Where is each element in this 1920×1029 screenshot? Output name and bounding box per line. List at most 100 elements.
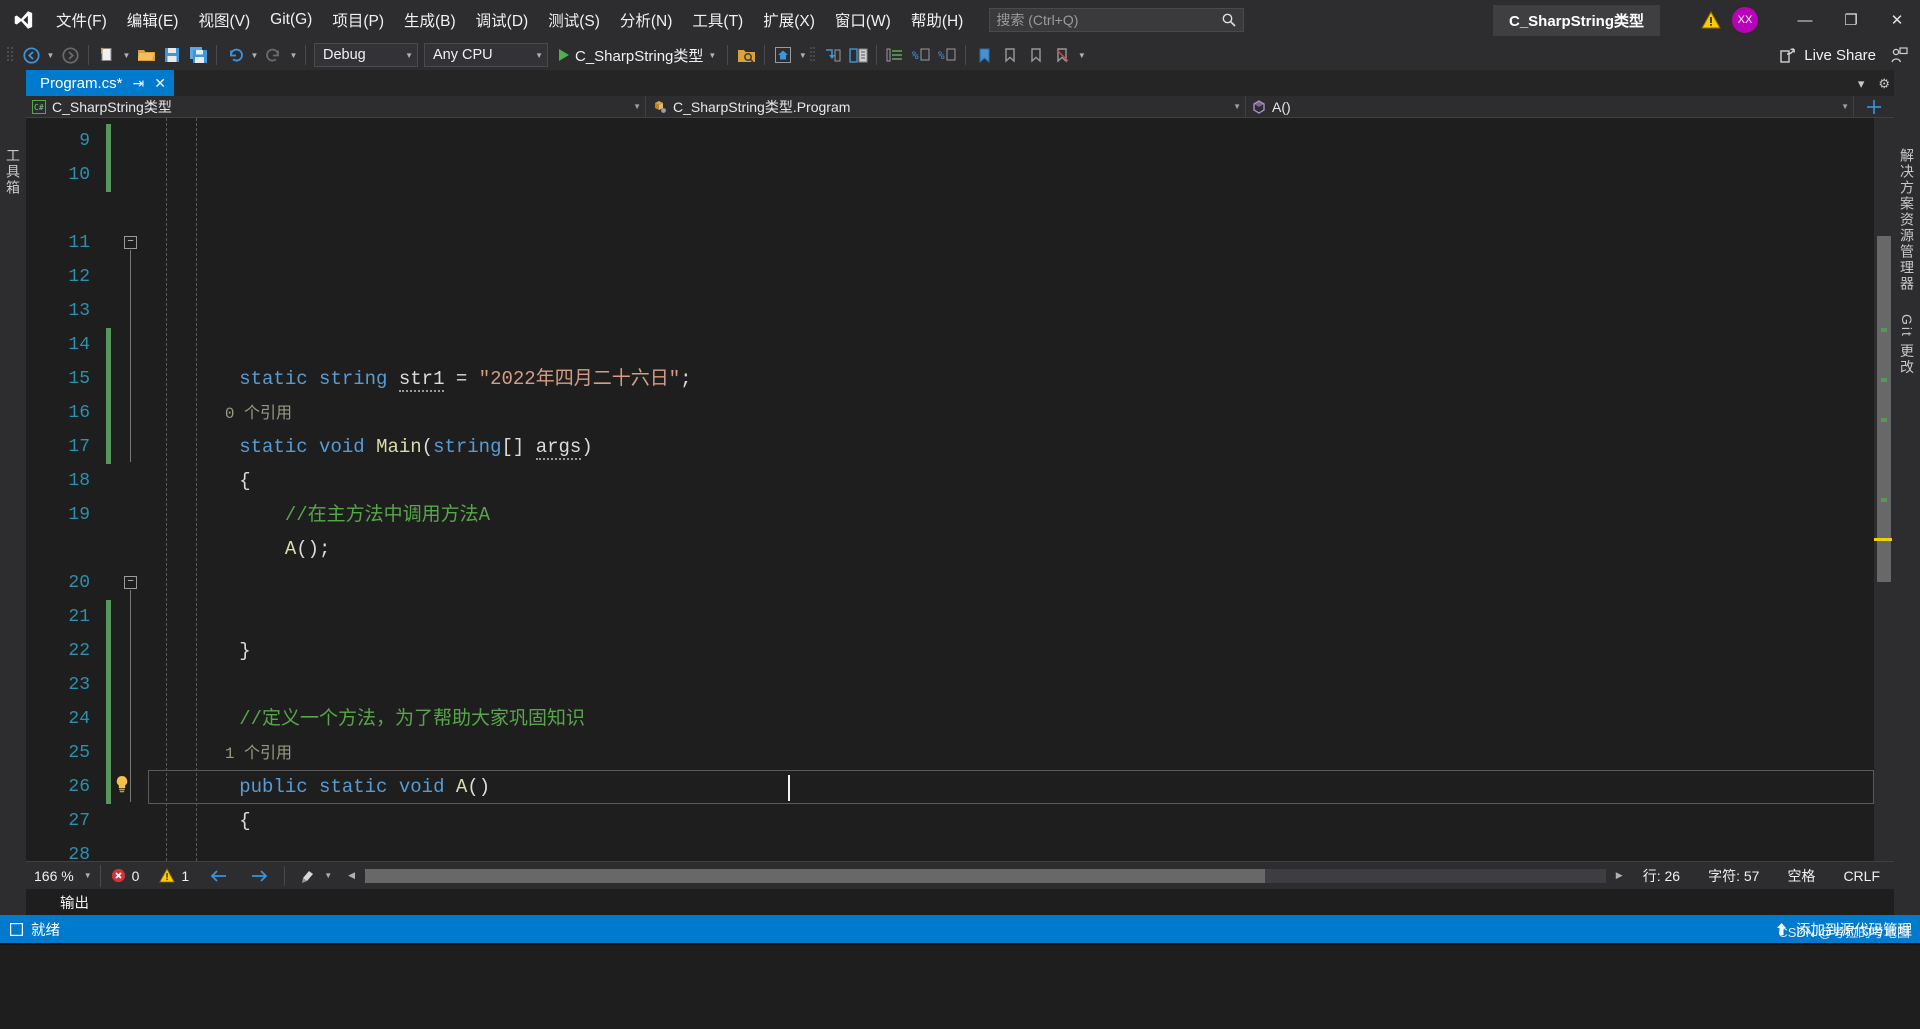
code-line[interactable]: 0 个引用	[148, 396, 1874, 430]
maximize-button[interactable]: ❐	[1828, 0, 1874, 40]
search-box[interactable]	[989, 8, 1245, 32]
code-line[interactable]: //定义一个方法，为了帮助大家巩固知识	[148, 702, 1874, 736]
step-into-icon[interactable]	[819, 43, 845, 67]
next-bookmark-icon[interactable]	[1023, 43, 1049, 67]
toolbar-grip[interactable]	[6, 45, 18, 65]
toolbar-grip[interactable]	[809, 45, 819, 65]
find-in-files-icon[interactable]	[733, 43, 759, 67]
hscroll-left-arrow[interactable]: ◀	[342, 870, 361, 881]
avatar[interactable]: XX	[1732, 7, 1758, 33]
close-icon[interactable]: ✕	[154, 75, 166, 92]
tab-program-cs[interactable]: Program.cs* ⇥ ✕	[26, 70, 174, 96]
hscroll-right-arrow[interactable]: ▶	[1610, 870, 1629, 881]
invite-person-icon[interactable]	[1886, 43, 1912, 67]
code-line[interactable]	[148, 838, 1874, 861]
vertical-scrollbar[interactable]	[1874, 118, 1894, 861]
menu-file[interactable]: 文件(F)	[46, 3, 117, 37]
format-brush-button[interactable]: ▼	[290, 868, 342, 884]
split-editor-button[interactable]	[1854, 96, 1894, 117]
open-folder-icon[interactable]	[133, 43, 159, 67]
code-line[interactable]	[148, 600, 1874, 634]
menu-extensions[interactable]: 扩展(X)	[753, 3, 825, 37]
bookmark-icon[interactable]	[971, 43, 997, 67]
undo-icon[interactable]	[222, 43, 248, 67]
code-line[interactable]	[148, 668, 1874, 702]
menu-debug[interactable]: 调试(D)	[466, 3, 539, 37]
navigate-back-icon[interactable]	[18, 43, 44, 67]
fold-gutter[interactable]: − −	[114, 118, 148, 861]
code-line[interactable]	[148, 566, 1874, 600]
clear-bookmarks-icon[interactable]	[1049, 43, 1075, 67]
code-line[interactable]: A();	[148, 532, 1874, 566]
prev-issue-button[interactable]	[199, 868, 239, 884]
code-text[interactable]: static string str1 = "2022年四月二十六日"; 0 个引…	[148, 118, 1874, 861]
redo-dropdown[interactable]: ▼	[287, 43, 300, 67]
horizontal-scrollbar[interactable]	[365, 868, 1606, 883]
pin-icon[interactable]: ⇥	[133, 75, 145, 92]
code-line[interactable]: 1 个引用	[148, 736, 1874, 770]
minimize-button[interactable]: —	[1782, 0, 1828, 40]
menu-git[interactable]: Git(G)	[260, 5, 322, 35]
menu-tools[interactable]: 工具(T)	[682, 3, 753, 37]
code-line[interactable]	[148, 328, 1874, 362]
horizontal-scrollbar-thumb[interactable]	[365, 868, 1266, 883]
uncomment-icon[interactable]: %	[934, 43, 960, 67]
code-line[interactable]: static string str1 = "2022年四月二十六日";	[148, 362, 1874, 396]
configuration-combo[interactable]: Debug ▼	[314, 43, 418, 67]
scrollbar-thumb[interactable]	[1877, 236, 1891, 582]
lightbulb-icon[interactable]	[112, 774, 132, 794]
new-project-dropdown[interactable]: ▼	[120, 43, 133, 67]
right-rail[interactable]: 解决方案资源管理器 Git 更改	[1894, 70, 1920, 915]
code-line[interactable]: //在主方法中调用方法A	[148, 498, 1874, 532]
live-share-button[interactable]: Live Share	[1779, 47, 1876, 64]
close-button[interactable]: ✕	[1874, 0, 1920, 40]
compare-icon[interactable]	[845, 43, 871, 67]
prev-bookmark-icon[interactable]	[997, 43, 1023, 67]
gear-icon[interactable]: ⚙	[1878, 76, 1890, 92]
menu-help[interactable]: 帮助(H)	[901, 3, 974, 37]
save-icon[interactable]	[159, 43, 185, 67]
code-line[interactable]: static void Main(string[] args)	[148, 430, 1874, 464]
code-line[interactable]: {	[148, 804, 1874, 838]
navbar-type-combo[interactable]: C_SharpString类型.Program ▼	[646, 96, 1246, 117]
undo-dropdown[interactable]: ▼	[248, 43, 261, 67]
warning-triangle-icon[interactable]	[1700, 9, 1722, 31]
chevron-down-icon[interactable]: ▾	[1858, 76, 1865, 92]
start-debug-button[interactable]: C_SharpString类型 ▼	[551, 43, 722, 67]
warning-count[interactable]: 1	[149, 868, 199, 884]
indent-status[interactable]: 空格	[1773, 866, 1829, 886]
platform-combo[interactable]: Any CPU ▼	[424, 43, 548, 67]
save-all-icon[interactable]	[185, 43, 211, 67]
navbar-member-combo[interactable]: A() ▼	[1246, 96, 1854, 117]
code-line[interactable]: public static void A()	[148, 770, 1874, 804]
search-input[interactable]	[996, 12, 1222, 28]
menu-project[interactable]: 项目(P)	[322, 3, 394, 37]
navigate-forward-icon[interactable]	[57, 43, 83, 67]
fold-toggle[interactable]: −	[124, 236, 137, 249]
eol-status[interactable]: CRLF	[1829, 868, 1894, 884]
format-icon[interactable]	[882, 43, 908, 67]
toolbox-rail[interactable]: 工具箱	[0, 70, 26, 915]
home-dropdown[interactable]: ▼	[796, 43, 809, 67]
code-line[interactable]: {	[148, 464, 1874, 498]
next-issue-button[interactable]	[239, 868, 279, 884]
redo-icon[interactable]	[261, 43, 287, 67]
code-editor[interactable]: 9101112131415161718192021222324252627282…	[26, 118, 1894, 861]
menu-analyze[interactable]: 分析(N)	[610, 3, 683, 37]
fold-toggle[interactable]: −	[124, 576, 137, 589]
menu-window[interactable]: 窗口(W)	[825, 3, 901, 37]
home-icon[interactable]	[770, 43, 796, 67]
output-pane[interactable]: 输出	[26, 889, 1894, 915]
navbar-project-combo[interactable]: C# C_SharpString类型 ▼	[26, 96, 646, 117]
menu-build[interactable]: 生成(B)	[394, 3, 466, 37]
code-line[interactable]: }	[148, 634, 1874, 668]
menu-test[interactable]: 测试(S)	[538, 3, 610, 37]
navigate-back-dropdown[interactable]: ▼	[44, 43, 57, 67]
zoom-combo[interactable]: 166 % ▼	[26, 864, 101, 887]
bookmark-overflow[interactable]: ▼	[1075, 43, 1088, 67]
error-count[interactable]: 0	[101, 868, 150, 884]
new-project-icon[interactable]	[94, 43, 120, 67]
comment-icon[interactable]: %	[908, 43, 934, 67]
menu-edit[interactable]: 编辑(E)	[117, 3, 189, 37]
menu-view[interactable]: 视图(V)	[188, 3, 260, 37]
